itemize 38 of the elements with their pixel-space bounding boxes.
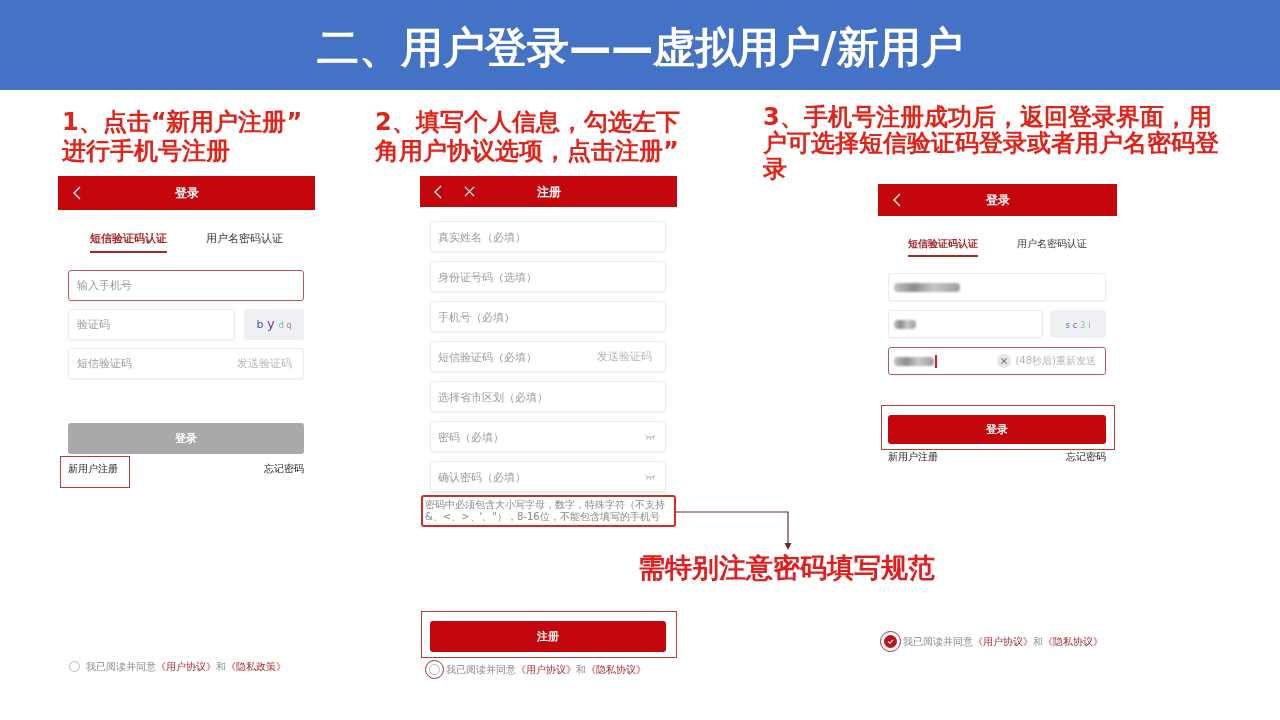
login-button[interactable]: 登录 <box>888 415 1106 444</box>
agreement-link[interactable]: 《隐私政策》 <box>226 661 286 672</box>
screen-title: 登录 <box>985 192 1010 208</box>
close-icon[interactable] <box>464 186 475 197</box>
step-caption: 2、填写个人信息，勾选左下角用户协议选项，点击注册” <box>375 108 681 166</box>
tab[interactable]: 用户名密码认证 <box>1017 236 1087 257</box>
tick-icon <box>887 639 894 644</box>
tab[interactable]: 用户名密码认证 <box>206 230 283 253</box>
screen-title: 注册 <box>536 183 561 200</box>
callout-text: 需特别注意密码填写规范 <box>638 552 935 584</box>
agreement-text: 我已阅读并同意《用户协议》和《隐私协议》 <box>446 663 646 676</box>
text-link[interactable]: 新用户注册 <box>888 451 938 463</box>
agreement-link[interactable]: 《用户协议》 <box>516 664 576 675</box>
slide-title: 二、用户登录——虚拟用户/新用户 <box>317 21 963 74</box>
agreement-text: 我已阅读并同意《用户协议》和《隐私协议》 <box>903 635 1103 648</box>
agreement-link[interactable]: 《隐私协议》 <box>1043 636 1103 647</box>
step-caption: 3、手机号注册成功后，返回登录界面，用户可选择短信验证码登录或者用户名密码登录 <box>763 104 1220 182</box>
agreement-link[interactable]: 《隐私协议》 <box>586 664 646 675</box>
register-button[interactable]: 注册 <box>430 621 666 652</box>
back-icon[interactable] <box>73 186 81 200</box>
captcha-image[interactable]: b y d q <box>244 309 304 340</box>
tab[interactable]: 短信验证码认证 <box>90 230 167 253</box>
text-cursor <box>935 354 937 368</box>
screen-title: 登录 <box>174 185 199 201</box>
text-link[interactable]: 忘记密码 <box>1066 451 1106 463</box>
password-hint: 密码中必须包含大小写字母，数字，特殊字符（不支持&、<、>、'、"），8-16位，不能包含填写的手机号 <box>425 499 666 523</box>
tab[interactable]: 短信验证码认证 <box>908 236 978 257</box>
back-icon[interactable] <box>893 193 901 207</box>
input-field[interactable]: 输入手机号 <box>68 270 304 301</box>
text-link[interactable]: 新用户注册 <box>68 463 118 475</box>
back-icon[interactable] <box>434 184 442 199</box>
step-caption: 1、点击“新用户注册”进行手机号注册 <box>62 108 304 166</box>
clear-icon[interactable] <box>997 354 1012 368</box>
agreement-link[interactable]: 《用户协议》 <box>156 661 216 672</box>
captcha-image[interactable]: s c 3 i <box>1050 310 1106 338</box>
agreement-link[interactable]: 《用户协议》 <box>973 636 1033 647</box>
agreement-text: 我已阅读并同意《用户协议》和《隐私政策》 <box>86 660 286 673</box>
text-link[interactable]: 忘记密码 <box>264 463 304 475</box>
